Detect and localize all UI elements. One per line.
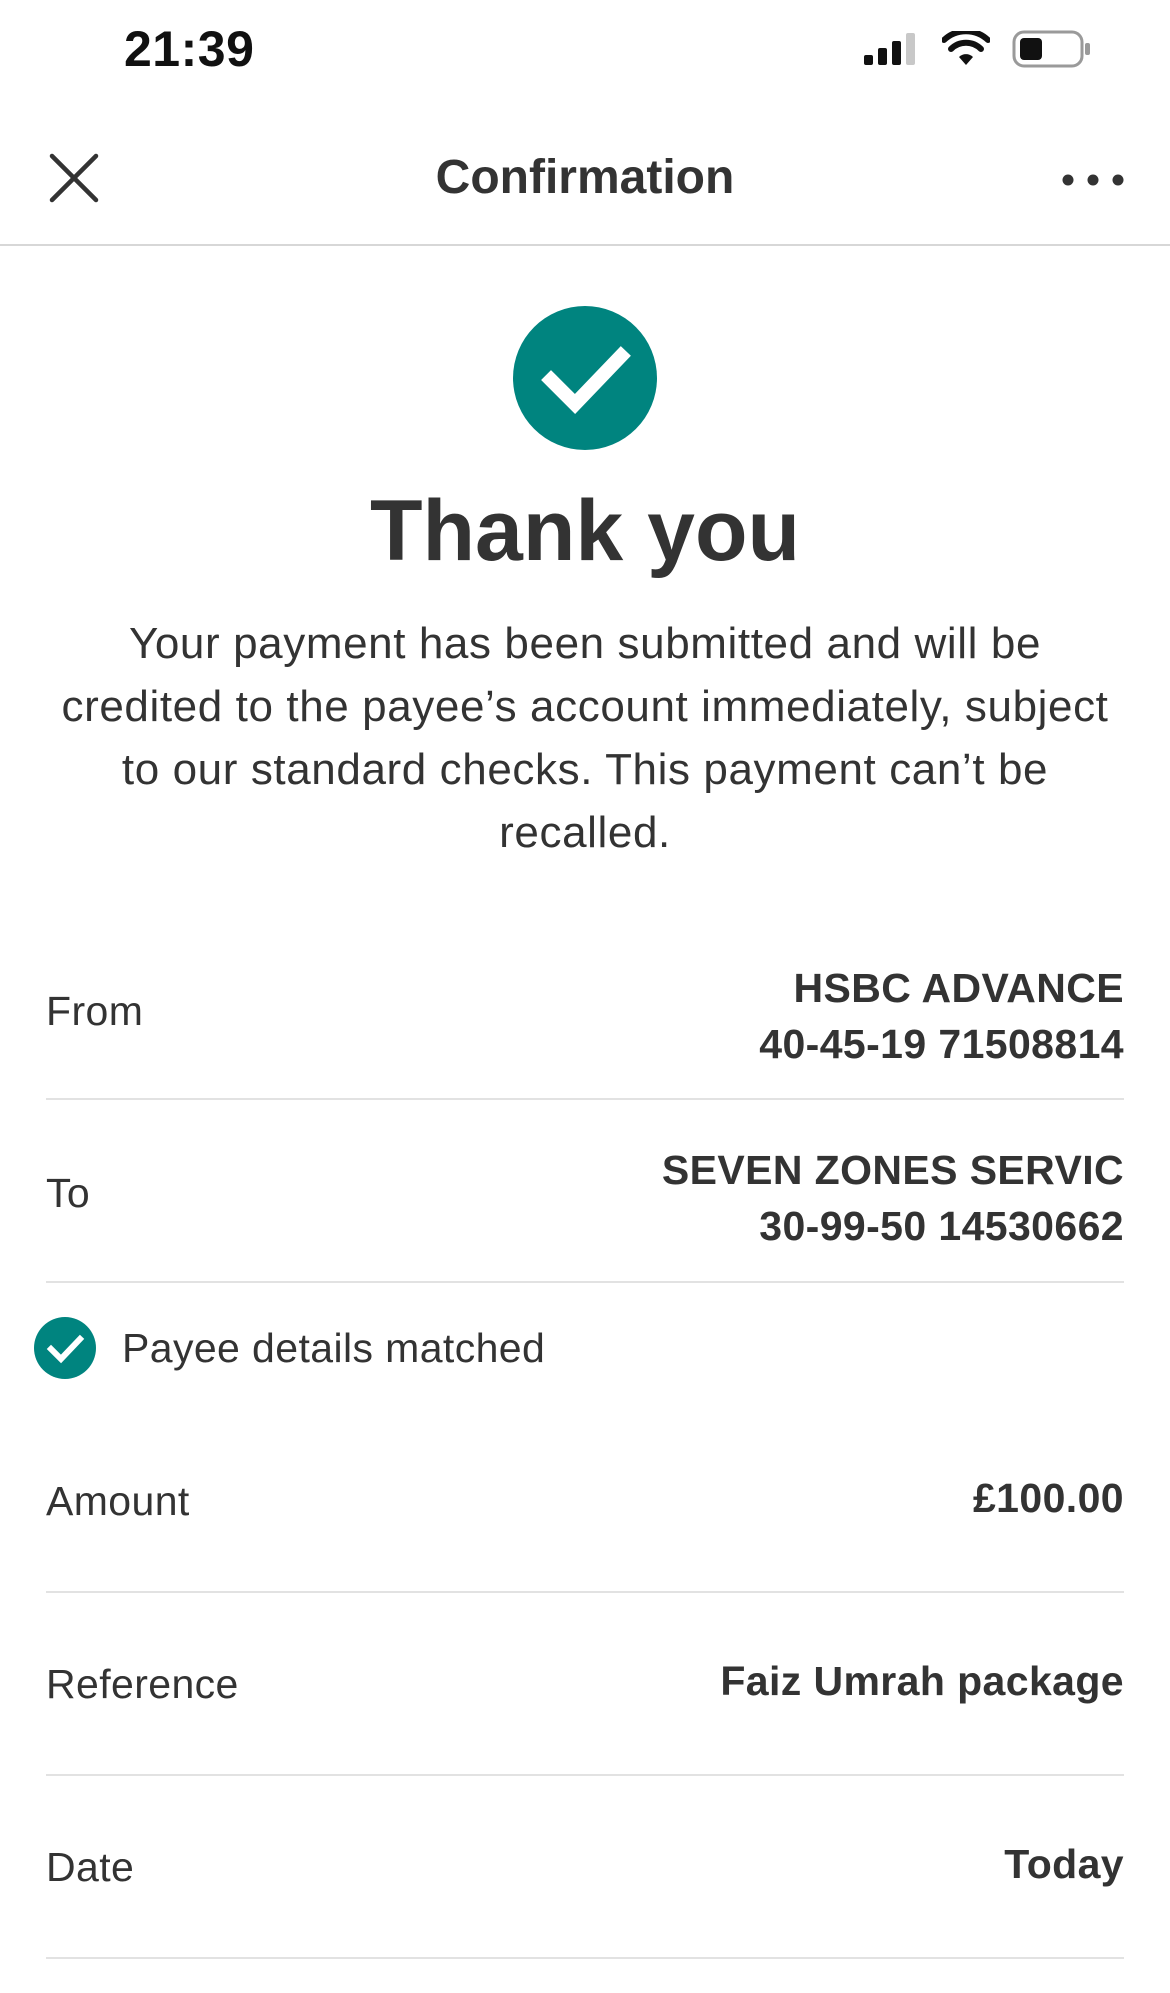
to-row: To SEVEN ZONES SERVIC 30-99-50 14530662 xyxy=(46,1100,1124,1283)
to-value: SEVEN ZONES SERVIC 30-99-50 14530662 xyxy=(662,1142,1124,1254)
status-bar: 21:39 xyxy=(0,0,1170,100)
to-account-number: 30-99-50 14530662 xyxy=(759,1203,1124,1249)
date-row: Date Today xyxy=(46,1776,1124,1959)
from-label: From xyxy=(46,988,144,1034)
date-label: Date xyxy=(46,1844,135,1890)
check-circle-icon xyxy=(34,1317,96,1379)
amount-label: Amount xyxy=(46,1478,190,1524)
reference-value: Faiz Umrah package xyxy=(720,1658,1124,1704)
from-account-number: 40-45-19 71508814 xyxy=(759,1021,1124,1067)
more-options-button[interactable] xyxy=(1058,160,1128,200)
wifi-icon xyxy=(942,31,990,65)
to-payee-name: SEVEN ZONES SERVIC xyxy=(661,1147,1124,1193)
status-time: 21:39 xyxy=(124,21,255,77)
to-label: To xyxy=(46,1170,91,1216)
battery-icon xyxy=(1012,30,1090,68)
from-value: HSBC ADVANCE 40-45-19 71508814 xyxy=(759,960,1124,1072)
reference-label: Reference xyxy=(46,1661,239,1707)
more-options-icon xyxy=(1062,174,1124,186)
reference-row: Reference Faiz Umrah package xyxy=(46,1593,1124,1776)
success-heading: Thank you xyxy=(369,483,801,579)
success-message: Your payment has been submitted and will… xyxy=(61,619,1109,857)
payee-match-label: Payee details matched xyxy=(122,1324,546,1371)
amount-row: Amount £100.00 xyxy=(46,1410,1124,1593)
payee-match-status: Payee details matched xyxy=(34,1316,545,1380)
page-title: Confirmation xyxy=(435,151,735,204)
check-circle-icon xyxy=(513,306,657,450)
from-row: From HSBC ADVANCE 40-45-19 71508814 xyxy=(46,950,1124,1100)
from-account-name: HSBC ADVANCE xyxy=(793,965,1124,1011)
status-icons xyxy=(864,30,1092,68)
signal-icon xyxy=(864,33,915,65)
date-value: Today xyxy=(1004,1841,1124,1887)
amount-value: £100.00 xyxy=(972,1475,1124,1521)
header-bar: Confirmation xyxy=(0,100,1170,246)
